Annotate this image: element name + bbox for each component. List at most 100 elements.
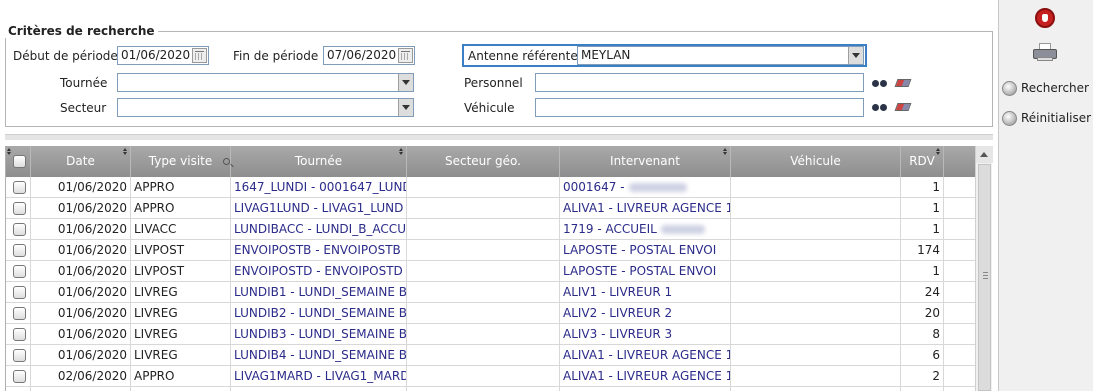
cell-tournee[interactable] xyxy=(231,387,407,391)
table-row[interactable]: 01/06/2020 APPRO 1647_LUNDI - 0001647_LUND… xyxy=(6,177,975,198)
cell-type-text: LIVACC xyxy=(134,222,177,236)
cell-intervenant[interactable]: LAPOSTE - POSTAL ENVOI xyxy=(560,240,731,261)
row-checkbox[interactable] xyxy=(13,181,26,194)
table-row[interactable]: 01/06/2020 APPRO LIVAG1LUND - LIVAG1_LUND A… xyxy=(6,198,975,219)
calendar-icon[interactable] xyxy=(398,48,413,63)
stop-hand-icon[interactable] xyxy=(1035,8,1055,28)
row-checkbox[interactable] xyxy=(13,328,26,341)
table-row[interactable]: 02/06/2020 APPRO LIVAG1MARD - LIVAG1_MARD A… xyxy=(6,366,975,387)
row-checkbox[interactable] xyxy=(13,265,26,278)
cell-vehicule xyxy=(731,177,901,198)
table-row[interactable]: 01/06/2020 LIVACC LUNDIBACC - LUNDI_B_ACCU… xyxy=(6,219,975,240)
cell-type: APPRO xyxy=(131,177,231,198)
resize-handle-icon[interactable] xyxy=(7,148,12,155)
reinitialiser-button[interactable]: Réinitialiser xyxy=(1002,109,1091,127)
row-checkbox[interactable] xyxy=(13,244,26,257)
cell-tournee[interactable]: ENVOIPOSTD - ENVOIPOSTD xyxy=(231,261,407,282)
secteur-select[interactable] xyxy=(117,98,414,117)
antenne-referente-value: MEYLAN xyxy=(581,48,631,62)
vertical-scrollbar[interactable] xyxy=(975,146,993,391)
cell-intervenant[interactable]: ALIV1 - LIVREUR 1 xyxy=(560,282,731,303)
cell-intervenant[interactable]: LAPOSTE - POSTAL ENVOI xyxy=(560,261,731,282)
table-row[interactable]: 01/06/2020 LIVPOST ENVOIPOSTB - ENVOIPOSTB… xyxy=(6,240,975,261)
cell-intervenant[interactable]: ALIV3 - LIVREUR 3 xyxy=(560,324,731,345)
binoculars-icon[interactable] xyxy=(872,101,888,113)
column-header-tournee[interactable]: Tournée xyxy=(231,146,407,177)
cell-type-text: APPRO xyxy=(134,201,175,215)
cell-intervenant[interactable]: 0001647 - xyxy=(560,177,731,198)
sort-icon[interactable] xyxy=(399,148,404,155)
cell-secteur xyxy=(407,324,560,345)
sort-icon[interactable] xyxy=(723,148,728,155)
rechercher-button[interactable]: Rechercher xyxy=(1002,79,1089,97)
column-header-vehicule[interactable]: Véhicule xyxy=(731,146,901,177)
fin-periode-input[interactable]: 07/06/2020 xyxy=(323,46,415,65)
cell-tournee[interactable]: 1647_LUNDI - 0001647_LUND xyxy=(231,177,407,198)
row-checkbox[interactable] xyxy=(13,223,26,236)
personnel-input[interactable] xyxy=(535,73,864,92)
table-row[interactable]: 01/06/2020 LIVPOST ENVOIPOSTD - ENVOIPOSTD… xyxy=(6,261,975,282)
scrollbar-thumb[interactable] xyxy=(978,164,991,391)
cell-intervenant[interactable]: ALIVA1 - LIVREUR AGENCE 1 xyxy=(560,345,731,366)
cell-intervenant[interactable]: ALIVA1 - LIVREUR AGENCE 1 xyxy=(560,366,731,387)
cell-tournee[interactable]: LUNDIB4 - LUNDI_SEMAINE B xyxy=(231,345,407,366)
cell-secteur xyxy=(407,177,560,198)
cell-intervenant[interactable]: 1719 - ACCUEIL xyxy=(560,219,731,240)
cell-type-text: APPRO xyxy=(134,369,175,383)
chevron-down-icon[interactable] xyxy=(398,74,413,91)
cell-tournee[interactable]: LUNDIB1 - LUNDI_SEMAINE B xyxy=(231,282,407,303)
table-row[interactable]: 01/06/2020 LIVREG LUNDIB1 - LUNDI_SEMAINE … xyxy=(6,282,975,303)
calendar-icon[interactable] xyxy=(192,48,207,63)
table-row[interactable]: 01/06/2020 LIVREG LUNDIB3 - LUNDI_SEMAINE … xyxy=(6,324,975,345)
debut-periode-input[interactable]: 01/06/2020 xyxy=(117,46,209,65)
column-header-rdv[interactable]: RDV xyxy=(901,146,944,177)
cell-tournee[interactable]: ENVOIPOSTB - ENVOIPOSTB xyxy=(231,240,407,261)
column-header-date[interactable]: Date xyxy=(31,146,131,177)
column-header-type-visite[interactable]: Type visite xyxy=(131,146,231,177)
cell-tournee[interactable]: LIVAG1MARD - LIVAG1_MARD xyxy=(231,366,407,387)
cell-tournee[interactable]: LUNDIBACC - LUNDI_B_ACCU xyxy=(231,219,407,240)
table-row[interactable] xyxy=(6,387,975,391)
row-checkbox[interactable] xyxy=(13,307,26,320)
table-row[interactable]: 01/06/2020 LIVREG LUNDIB4 - LUNDI_SEMAINE … xyxy=(6,345,975,366)
eraser-icon[interactable] xyxy=(894,79,912,87)
row-select-cell xyxy=(6,261,31,282)
cell-vehicule xyxy=(731,345,901,366)
cell-intervenant-text: ALIV2 - LIVREUR 2 xyxy=(563,306,673,320)
table-row[interactable]: 01/06/2020 LIVREG LUNDIB2 - LUNDI_SEMAINE … xyxy=(6,303,975,324)
cell-intervenant[interactable] xyxy=(560,387,731,391)
cell-extra xyxy=(944,177,975,198)
cell-vehicule xyxy=(731,261,901,282)
sort-icon[interactable] xyxy=(123,148,128,155)
binoculars-icon[interactable] xyxy=(872,77,888,89)
cell-extra xyxy=(944,303,975,324)
cell-tournee[interactable]: LUNDIB3 - LUNDI_SEMAINE B xyxy=(231,324,407,345)
cell-intervenant-text: ALIVA1 - LIVREUR AGENCE 1 xyxy=(563,369,731,383)
vehicule-input[interactable] xyxy=(535,98,864,117)
scroll-up-icon[interactable] xyxy=(976,146,993,163)
magnifier-icon[interactable] xyxy=(223,158,230,165)
cell-date-text: 01/06/2020 xyxy=(57,201,127,215)
row-checkbox[interactable] xyxy=(13,202,26,215)
cell-tournee[interactable]: LUNDIB2 - LUNDI_SEMAINE B xyxy=(231,303,407,324)
row-checkbox[interactable] xyxy=(13,370,26,383)
eraser-icon[interactable] xyxy=(894,103,912,111)
chevron-down-icon[interactable] xyxy=(848,47,863,64)
cell-secteur xyxy=(407,387,560,391)
column-header-intervenant[interactable]: Intervenant xyxy=(560,146,731,177)
panel-splitter[interactable] xyxy=(5,134,993,140)
column-header-secteur[interactable]: Secteur géo. xyxy=(407,146,560,177)
cell-intervenant[interactable]: ALIV2 - LIVREUR 2 xyxy=(560,303,731,324)
antenne-referente-select[interactable]: MEYLAN xyxy=(577,46,864,65)
select-all-checkbox[interactable] xyxy=(13,155,26,168)
sort-icon[interactable] xyxy=(936,148,941,155)
cell-tournee[interactable]: LIVAG1LUND - LIVAG1_LUND xyxy=(231,198,407,219)
row-checkbox[interactable] xyxy=(13,349,26,362)
chevron-down-icon[interactable] xyxy=(398,99,413,116)
cell-extra xyxy=(944,387,975,391)
printer-icon[interactable] xyxy=(1033,43,1057,61)
cell-intervenant[interactable]: ALIVA1 - LIVREUR AGENCE 1 xyxy=(560,198,731,219)
tournee-select[interactable] xyxy=(117,73,414,92)
cell-secteur xyxy=(407,198,560,219)
row-checkbox[interactable] xyxy=(13,286,26,299)
